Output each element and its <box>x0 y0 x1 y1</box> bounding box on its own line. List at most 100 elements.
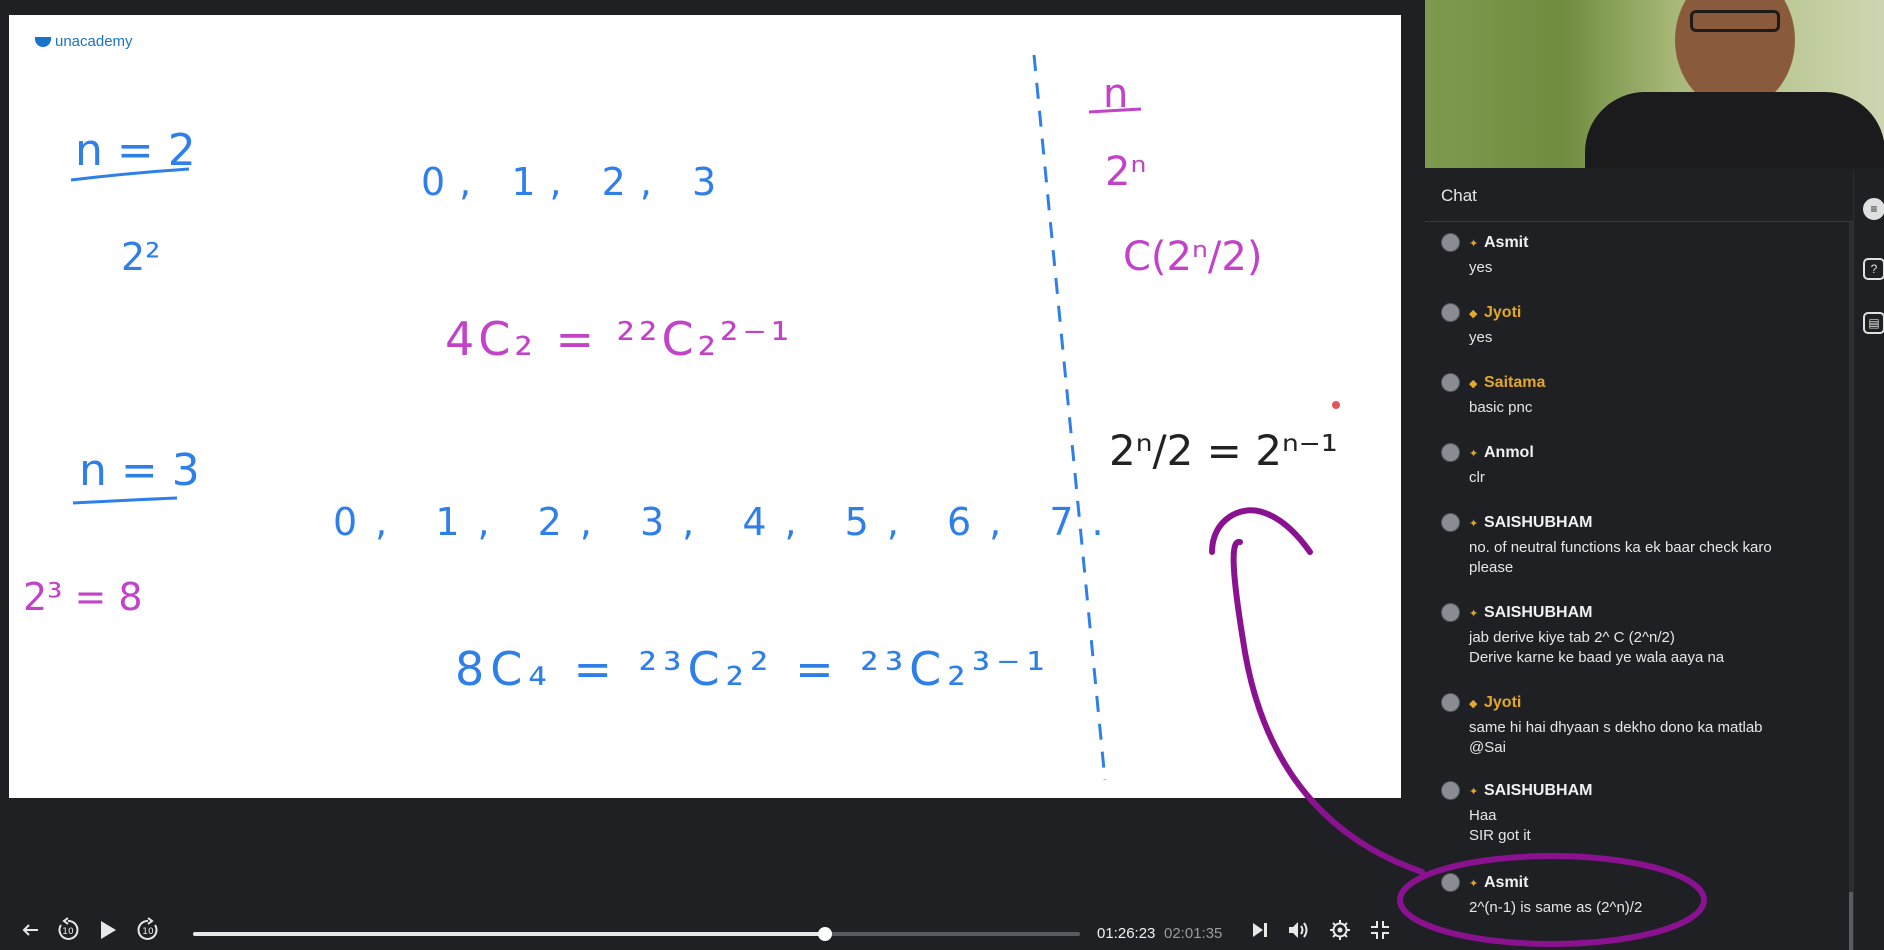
chat-text-line: @Sai <box>1469 739 1506 756</box>
chat-author[interactable]: ✦ Anmol <box>1469 444 1534 462</box>
chat-text: no. of neutral functions ka ek baar chec… <box>1469 538 1841 578</box>
chat-panel: Chat ✦ Asmit yes ◆ Jyoti yes ◆ Saitama basic pnc… <box>1425 170 1853 950</box>
chat-text: same hi hai dhyaan s dekho dono ka matla… <box>1469 718 1841 758</box>
chat-tab-icon[interactable]: ≡ <box>1863 198 1884 220</box>
diamond-badge-icon: ◆ <box>1469 308 1478 320</box>
exit-fullscreen-icon[interactable] <box>1368 916 1392 944</box>
chat-author-name: Jyoti <box>1484 304 1522 321</box>
chat-author-name: SAISHUBHAM <box>1484 782 1593 799</box>
chat-author[interactable]: ✦ Asmit <box>1469 234 1528 252</box>
chat-header: Chat <box>1425 170 1853 222</box>
chat-text-line: please <box>1469 559 1514 576</box>
chat-text-line: Derive karne ke baad ye wala aaya na <box>1469 649 1725 666</box>
right-n-underline <box>1088 107 1142 114</box>
chat-author-name: Jyoti <box>1484 694 1522 711</box>
chat-text-line: jab derive kiye tab 2^ C (2^n/2) <box>1469 629 1675 646</box>
rewind-label: 10 <box>62 927 74 937</box>
chat-author-name: SAISHUBHAM <box>1484 514 1593 531</box>
avatar[interactable] <box>1441 373 1460 392</box>
current-time: 01:26:23 <box>1097 925 1156 942</box>
pow-2-3: 2³ = 8 <box>23 575 143 619</box>
side-rail: ≡ ? ▤ <box>1853 170 1884 950</box>
chat-text: clr <box>1469 468 1841 488</box>
chat-text-line: no. of neutral functions ka ek baar chec… <box>1469 539 1772 556</box>
chat-text-line: SIR got it <box>1469 827 1531 844</box>
forward-10-icon[interactable]: 10 <box>134 916 162 944</box>
chat-text: Haa SIR got it <box>1469 806 1841 846</box>
chat-text-line: same hi hai dhyaan s dekho dono ka matla… <box>1469 719 1763 736</box>
right-two-n: 2ⁿ <box>1105 149 1146 195</box>
plus-badge-icon: ✦ <box>1469 608 1479 620</box>
app-window: unacademy n = 2 2² n = 3 2³ = 8 0, 1, 2,… <box>0 0 1884 950</box>
right-identity: 2ⁿ/2 = 2ⁿ⁻¹ <box>1109 426 1338 475</box>
chat-author[interactable]: ✦ Asmit <box>1469 874 1528 892</box>
volume-icon[interactable] <box>1286 916 1312 944</box>
avatar[interactable] <box>1441 303 1460 322</box>
play-icon[interactable] <box>96 916 120 944</box>
eq-4c2: 4C₂ = ²²C₂²⁻¹ <box>445 312 793 366</box>
n3-underline <box>72 496 178 505</box>
right-c-half: C(2ⁿ/2) <box>1123 234 1262 280</box>
chat-author-name: SAISHUBHAM <box>1484 604 1593 621</box>
chat-text: 2^(n-1) is same as (2^n)/2 <box>1469 898 1841 918</box>
avatar[interactable] <box>1441 233 1460 252</box>
seek-handle[interactable] <box>818 927 833 941</box>
chat-text: yes <box>1469 328 1841 348</box>
chat-author[interactable]: ◆ Saitama <box>1469 374 1545 392</box>
plus-badge-icon: ✦ <box>1469 786 1479 798</box>
avatar[interactable] <box>1441 873 1460 892</box>
seq-four: 0, 1, 2, 3 <box>421 160 730 204</box>
seq-eight: 0, 1, 2, 3, 4, 5, 6, 7. <box>333 500 1122 544</box>
avatar[interactable] <box>1441 781 1460 800</box>
n3-label: n = 3 <box>79 445 200 496</box>
instructor-video <box>1425 0 1884 168</box>
chat-author-name: Anmol <box>1484 444 1534 461</box>
whiteboard: unacademy n = 2 2² n = 3 2³ = 8 0, 1, 2,… <box>9 15 1401 798</box>
chat-text-line: Haa <box>1469 807 1497 824</box>
chat-author-name: Asmit <box>1484 234 1529 251</box>
n3-block: n = 3 2³ = 8 <box>23 445 200 619</box>
chat-text: basic pnc <box>1469 398 1841 418</box>
chat-text-line: basic pnc <box>1469 399 1533 416</box>
plus-badge-icon: ✦ <box>1469 238 1479 250</box>
next-icon[interactable] <box>1248 916 1272 944</box>
chat-author-name: Asmit <box>1484 874 1529 891</box>
chat-text-line: 2^(n-1) is same as (2^n)/2 <box>1469 899 1643 916</box>
plus-badge-icon: ✦ <box>1469 518 1479 530</box>
eq-8c4: 8C₄ = ²³C₂² = ²³C₂³⁻¹ <box>455 642 1051 696</box>
n2-block: n = 2 2² <box>70 125 196 279</box>
chat-author[interactable]: ✦ SAISHUBHAM <box>1469 782 1592 800</box>
player-controls: 10 10 01:26:23 02:01:35 <box>0 910 1425 950</box>
chat-text-line: yes <box>1469 259 1493 276</box>
arrow-left-icon[interactable] <box>18 916 42 944</box>
pow-2-2: 2² <box>121 235 160 279</box>
seek-bar[interactable] <box>193 927 1080 941</box>
chat-author[interactable]: ◆ Jyoti <box>1469 304 1521 322</box>
chat-author[interactable]: ◆ Jyoti <box>1469 694 1521 712</box>
diamond-badge-icon: ◆ <box>1469 378 1478 390</box>
avatar[interactable] <box>1441 603 1460 622</box>
whiteboard-canvas: n = 2 2² n = 3 2³ = 8 0, 1, 2, 3 4C₂ = ²… <box>23 54 1340 781</box>
chat-text-line: yes <box>1469 329 1493 346</box>
chat-author[interactable]: ✦ SAISHUBHAM <box>1469 514 1592 532</box>
chat-author[interactable]: ✦ SAISHUBHAM <box>1469 604 1592 622</box>
pen-cursor <box>1332 401 1340 409</box>
chat-author-name: Saitama <box>1484 374 1546 391</box>
avatar[interactable] <box>1441 513 1460 532</box>
gear-icon[interactable] <box>1328 916 1352 944</box>
forward-label: 10 <box>142 927 154 937</box>
avatar[interactable] <box>1441 693 1460 712</box>
total-time: 02:01:35 <box>1164 925 1223 942</box>
plus-badge-icon: ✦ <box>1469 448 1479 460</box>
chat-text: yes <box>1469 258 1841 278</box>
notes-tab-icon[interactable]: ▤ <box>1863 312 1884 334</box>
instructor-glasses <box>1690 10 1780 32</box>
avatar[interactable] <box>1441 443 1460 462</box>
plus-badge-icon: ✦ <box>1469 878 1479 890</box>
chat-text: jab derive kiye tab 2^ C (2^n/2) Derive k… <box>1469 628 1841 668</box>
diamond-badge-icon: ◆ <box>1469 698 1478 710</box>
question-tab-icon[interactable]: ? <box>1863 258 1884 280</box>
chat-text-line: clr <box>1469 469 1485 486</box>
rewind-10-icon[interactable]: 10 <box>54 916 82 944</box>
instructor-shirt <box>1585 92 1884 168</box>
